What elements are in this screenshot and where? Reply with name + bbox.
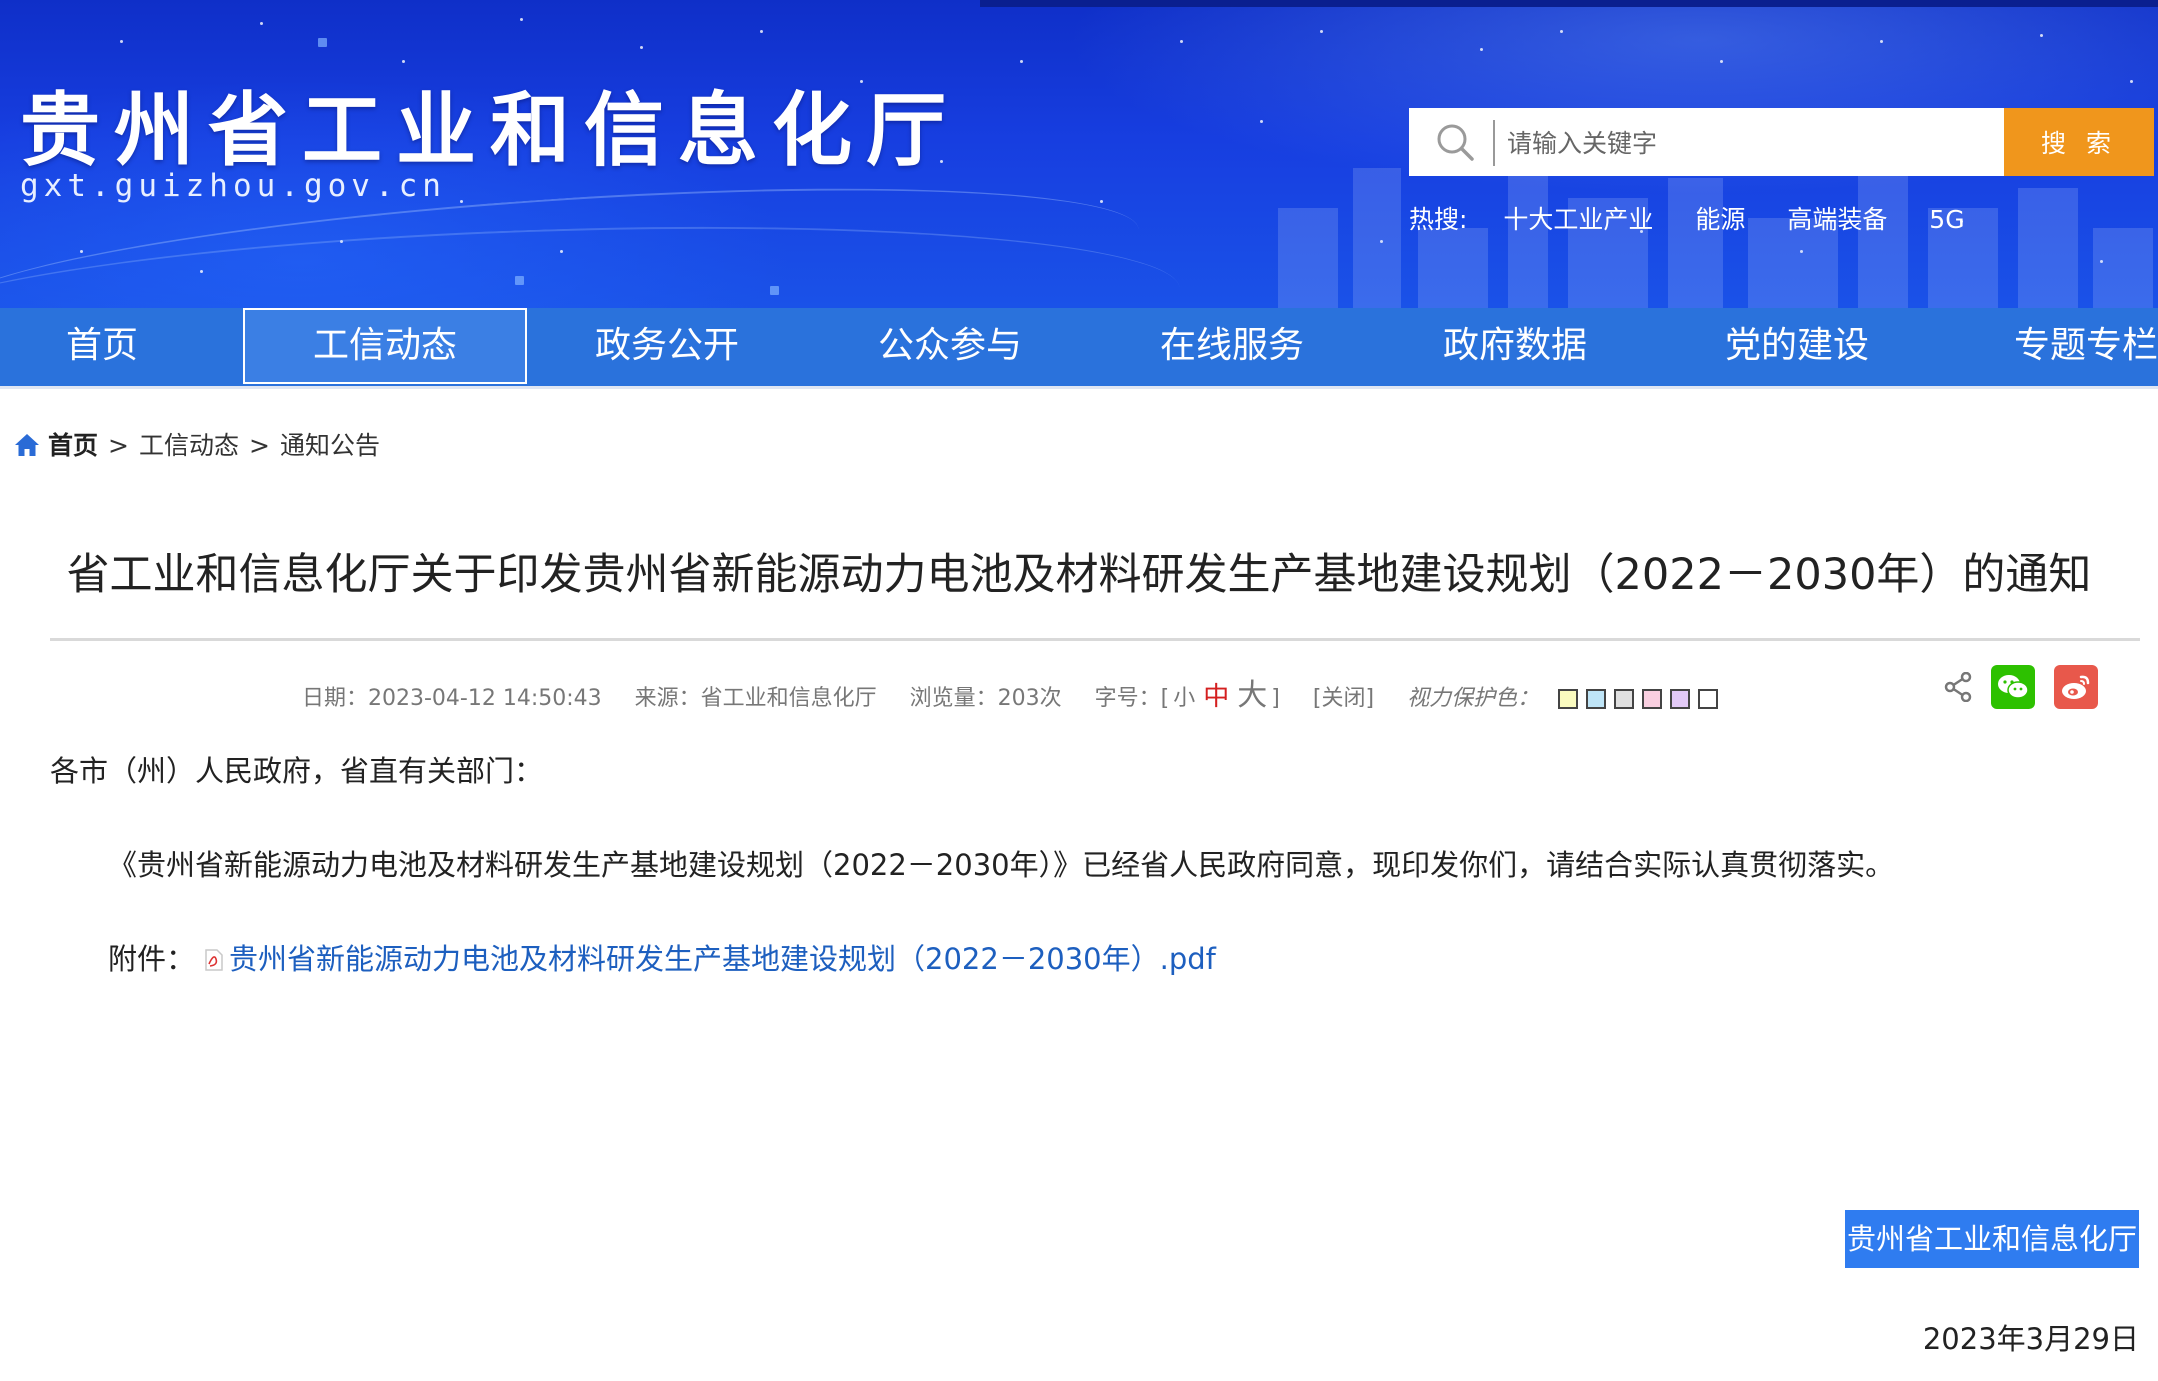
eye-care-swatch-yellow[interactable] — [1558, 689, 1579, 709]
publish-date: 日期：2023-04-12 14:50:43 — [302, 686, 602, 711]
hot-search-term[interactable]: 高端装备 — [1787, 205, 1887, 234]
nav-item-industry-news[interactable]: 工信动态 — [243, 308, 527, 384]
breadcrumb: 首页 > 工信动态 > 通知公告 — [14, 426, 380, 462]
attachment: 附件： 贵州省新能源动力电池及材料研发生产基地建设规划（2022－2030年）.… — [108, 936, 1216, 978]
title-divider — [50, 638, 2140, 641]
hot-search-term[interactable]: 能源 — [1695, 205, 1745, 234]
nav-item-home[interactable]: 首页 — [0, 308, 204, 384]
article-meta: 日期：2023-04-12 14:50:43 来源：省工业和信息化厅 浏览量：2… — [302, 670, 1752, 715]
share-tools — [1930, 665, 2098, 709]
home-icon — [15, 434, 39, 456]
search-input[interactable] — [1493, 120, 2019, 166]
nav-item-party-building[interactable]: 党的建设 — [1657, 308, 1937, 384]
site-domain: gxt.guizhou.gov.cn — [20, 168, 446, 204]
eye-care-label: 视力保护色： — [1407, 686, 1540, 711]
breadcrumb-separator: > — [108, 431, 129, 460]
pdf-file-icon — [205, 949, 223, 971]
header-banner: 贵州省工业和信息化厅 gxt.guizhou.gov.cn 搜 索 热搜: 十大… — [0, 0, 2158, 308]
main-nav: 首页 工信动态 政务公开 公众参与 在线服务 政府数据 党的建设 专题专栏 — [0, 308, 2158, 389]
eye-care-swatch-pink[interactable] — [1642, 689, 1663, 709]
breadcrumb-separator: > — [248, 431, 270, 460]
weibo-share-icon[interactable] — [2054, 665, 2098, 709]
hot-search-term[interactable]: 5G — [1929, 205, 1964, 234]
view-count: 浏览量：203次 — [909, 686, 1062, 711]
article-title: 省工业和信息化厅关于印发贵州省新能源动力电池及材料研发生产基地建设规划（2022… — [66, 550, 2092, 600]
font-size-large-button[interactable]: 大 — [1237, 678, 1267, 713]
sign-date: 2023年3月29日 — [1922, 1322, 2139, 1356]
nav-item-government-affairs[interactable]: 政务公开 — [527, 308, 807, 384]
wechat-share-icon[interactable] — [1990, 665, 2035, 709]
font-size-small-button[interactable]: 小 — [1173, 686, 1195, 711]
nav-item-government-data[interactable]: 政府数据 — [1375, 308, 1655, 384]
share-icon[interactable] — [1944, 672, 1972, 702]
site-title: 贵州省工业和信息化厅 — [20, 83, 960, 177]
font-size-label: 字号：[ — [1094, 686, 1170, 711]
eye-care-swatches — [1558, 689, 1726, 715]
eye-care-swatch-blue[interactable] — [1586, 689, 1607, 709]
breadcrumb-item[interactable]: 通知公告 — [280, 431, 380, 460]
font-size-control: 字号：[小中大] — [1094, 678, 1280, 713]
breadcrumb-home[interactable]: 首页 — [48, 431, 98, 460]
hot-search: 热搜: 十大工业产业 能源 高端装备 5G — [1409, 200, 1999, 236]
salutation: 各市（州）人民政府，省直有关部门： — [50, 754, 544, 788]
breadcrumb-item[interactable]: 工信动态 — [139, 431, 239, 460]
article-source: 来源：省工业和信息化厅 — [634, 686, 877, 711]
hot-search-term[interactable]: 十大工业产业 — [1503, 205, 1653, 234]
attachment-label: 附件： — [108, 942, 196, 976]
font-size-bracket: ] — [1271, 686, 1280, 711]
eye-care-swatch-purple[interactable] — [1670, 689, 1691, 709]
close-page-button[interactable]: [关闭] — [1313, 686, 1374, 711]
nav-item-public-participation[interactable]: 公众参与 — [810, 308, 1090, 384]
attachment-pdf-link[interactable]: 贵州省新能源动力电池及材料研发生产基地建设规划（2022－2030年）.pdf — [229, 942, 1216, 976]
body-paragraph: 《贵州省新能源动力电池及材料研发生产基地建设规划（2022－2030年）》已经省… — [108, 848, 1895, 882]
nav-item-special-topics[interactable]: 专题专栏 — [1940, 308, 2158, 384]
search-button[interactable]: 搜 索 — [2004, 108, 2154, 176]
signature: 贵州省工业和信息化厅 — [1844, 1210, 2139, 1268]
hot-search-label: 热搜: — [1409, 205, 1468, 234]
search-icon — [1437, 124, 1474, 161]
search-box: 搜 索 — [1409, 108, 2154, 176]
eye-care-swatch-white[interactable] — [1698, 689, 1719, 709]
nav-item-online-services[interactable]: 在线服务 — [1092, 308, 1372, 384]
font-size-medium-button[interactable]: 中 — [1203, 682, 1229, 712]
eye-care-swatch-gray[interactable] — [1614, 689, 1635, 709]
